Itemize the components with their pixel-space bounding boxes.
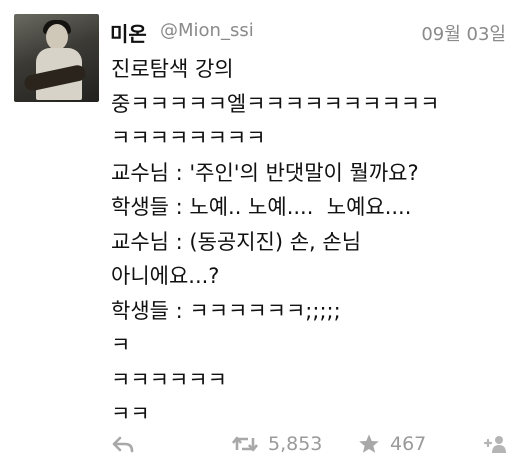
favorite-button[interactable]: 467: [358, 426, 426, 462]
tweet-actions: 5,853 467: [0, 426, 520, 462]
tweet-line: ㅋㅋㅋㅋㅋㅋ: [111, 367, 227, 392]
tweet-line: 교수님 : '주인'의 반댓말이 뭘까요?: [111, 160, 419, 185]
tweet-text: 진로탐색 강의 중ㅋㅋㅋㅋㅋ엘ㅋㅋㅋㅋㅋㅋㅋㅋㅋㅋ ㅋㅋㅋㅋㅋㅋㅋㅋ 교수님 :…: [111, 52, 511, 432]
add-user-icon: [483, 436, 506, 453]
tweet-date[interactable]: 09월 03일: [421, 20, 506, 46]
retweet-count: 5,853: [268, 433, 323, 455]
tweet-line: 학생들 : ㅋㅋㅋㅋㅋㅋ;;;;;: [111, 298, 341, 323]
favorite-count: 467: [390, 433, 427, 455]
follow-button[interactable]: [482, 426, 508, 462]
author-handle[interactable]: @Mion_ssi: [160, 20, 254, 41]
reply-icon: [112, 436, 134, 453]
tweet-line: 아니에요...?: [111, 264, 220, 288]
avatar-head: [46, 24, 68, 50]
retweet-icon: [232, 436, 258, 452]
tweet-line: 중ㅋㅋㅋㅋㅋ엘ㅋㅋㅋㅋㅋㅋㅋㅋㅋㅋ: [111, 91, 440, 116]
author-name[interactable]: 미온: [110, 18, 147, 47]
tweet-line: 진로탐색 강의: [111, 57, 234, 81]
tweet-line: ㅋ: [111, 333, 131, 357]
tweet-line: 학생들 : 노예.. 노예.... 노예요....: [111, 195, 412, 219]
star-icon: [359, 434, 379, 453]
avatar[interactable]: [14, 14, 99, 102]
retweet-button[interactable]: 5,853: [232, 426, 322, 462]
tweet-card: 미온 @Mion_ssi 09월 03일 진로탐색 강의 중ㅋㅋㅋㅋㅋ엘ㅋㅋㅋㅋ…: [0, 0, 520, 472]
reply-button[interactable]: [112, 426, 134, 462]
tweet-line: 교수님 : (동공지진) 손, 손님: [111, 229, 362, 254]
tweet-line: ㅋㅋㅋㅋㅋㅋㅋㅋ: [111, 126, 266, 150]
